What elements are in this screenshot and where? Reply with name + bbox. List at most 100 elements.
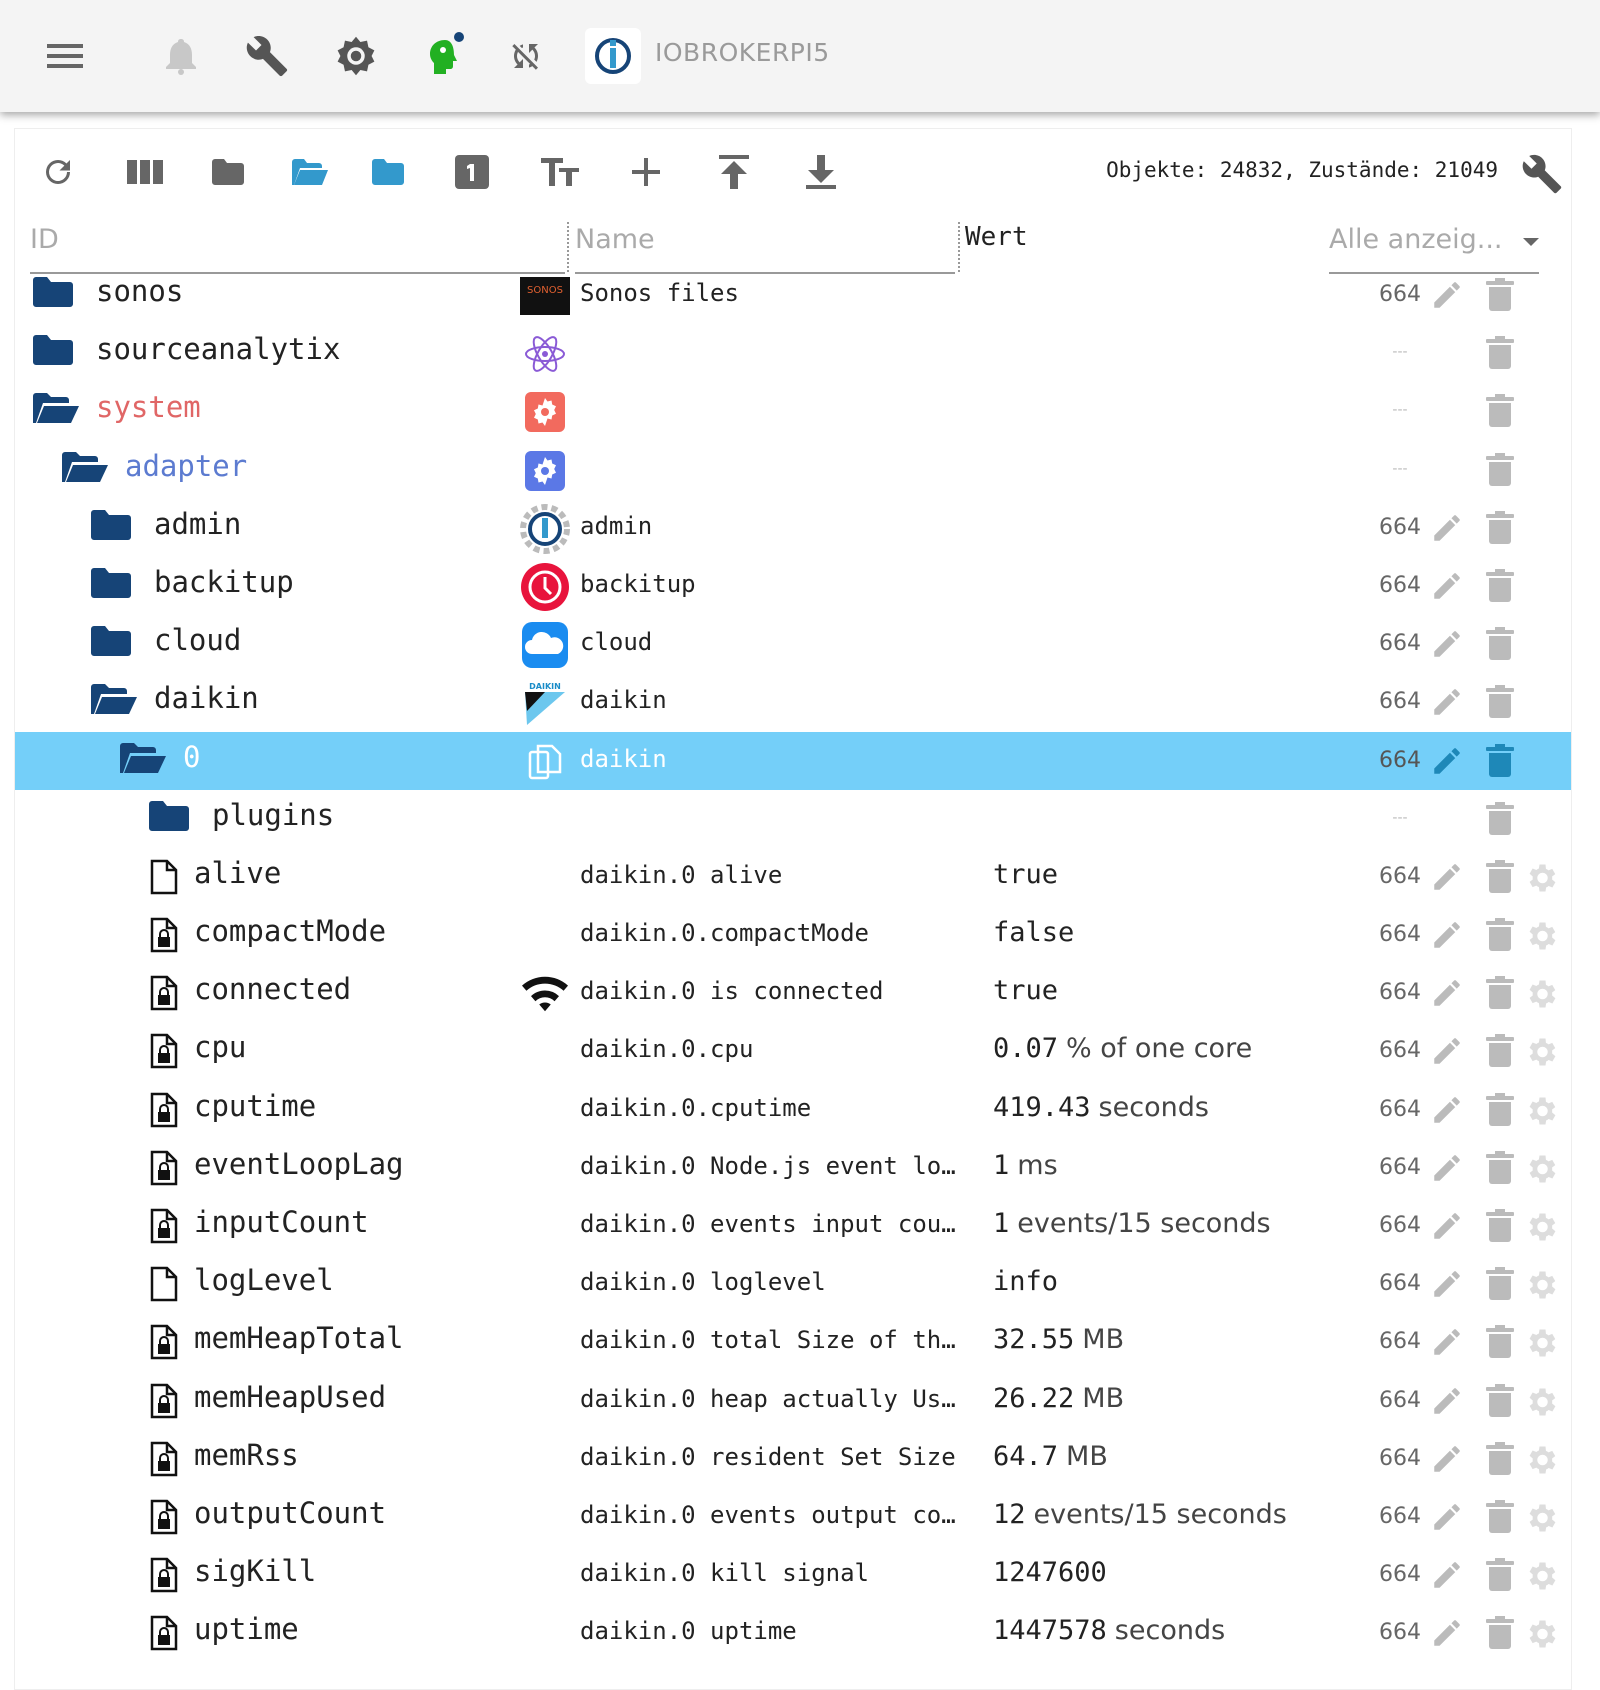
file-lock-icon[interactable] bbox=[149, 1615, 193, 1651]
edit-pencil-icon[interactable] bbox=[1430, 918, 1466, 954]
file-lock-icon[interactable] bbox=[149, 1033, 193, 1069]
custom-settings-gear-icon[interactable] bbox=[1523, 1267, 1559, 1303]
custom-settings-gear-icon[interactable] bbox=[1523, 1558, 1559, 1594]
tree-row-sourceanalytix[interactable]: sourceanalytix --- bbox=[15, 324, 1571, 382]
file-lock-icon[interactable] bbox=[149, 1092, 193, 1128]
custom-settings-gear-icon[interactable] bbox=[1523, 1325, 1559, 1361]
row-value[interactable]: 0.07% of one core bbox=[993, 1033, 1252, 1064]
custom-settings-gear-icon[interactable] bbox=[1523, 860, 1559, 896]
tree-row-sigKill[interactable]: sigKill daikin.0 kill signal 1247600 664 bbox=[15, 1546, 1571, 1604]
delete-trash-icon[interactable] bbox=[1485, 394, 1521, 430]
delete-trash-icon[interactable] bbox=[1485, 510, 1521, 547]
delete-trash-icon[interactable] bbox=[1485, 278, 1521, 314]
delete-trash-icon[interactable] bbox=[1485, 1325, 1521, 1361]
folder-open-icon[interactable] bbox=[91, 684, 137, 720]
tree-row-inputCount[interactable]: inputCount daikin.0 events input cou… 1 eve… bbox=[15, 1197, 1571, 1255]
edit-pencil-icon[interactable] bbox=[1430, 860, 1466, 896]
tree-row-cputime[interactable]: cputime daikin.0.cputime 419.43 seconds 664 bbox=[15, 1081, 1571, 1139]
folder-icon[interactable] bbox=[149, 800, 193, 837]
edit-pencil-icon[interactable] bbox=[1430, 627, 1466, 663]
edit-pencil-icon[interactable] bbox=[1430, 1093, 1466, 1129]
wrench-settings-icon[interactable] bbox=[1518, 150, 1566, 198]
row-value[interactable]: 1 ms bbox=[993, 1150, 1058, 1181]
custom-settings-gear-icon[interactable] bbox=[1523, 1442, 1559, 1478]
folder-icon[interactable] bbox=[33, 335, 77, 371]
tree-row-memHeapUsed[interactable]: memHeapUsed daikin.0 heap actually Us… 26.… bbox=[15, 1372, 1571, 1430]
delete-trash-icon[interactable] bbox=[1485, 801, 1521, 838]
custom-settings-gear-icon[interactable] bbox=[1523, 1500, 1559, 1536]
delete-trash-icon[interactable] bbox=[1485, 627, 1521, 663]
tree-row-uptime[interactable]: uptime daikin.0 uptime 1447578 seconds 664 bbox=[15, 1604, 1571, 1662]
delete-trash-icon[interactable] bbox=[1485, 1209, 1521, 1245]
column-resizer[interactable] bbox=[567, 222, 569, 272]
text-size-icon[interactable] bbox=[536, 148, 584, 196]
row-value[interactable]: info bbox=[993, 1266, 1058, 1297]
delete-trash-icon[interactable] bbox=[1485, 685, 1521, 721]
custom-settings-gear-icon[interactable] bbox=[1523, 1209, 1559, 1245]
edit-pencil-icon[interactable] bbox=[1430, 1442, 1466, 1478]
file-lock-icon[interactable] bbox=[149, 975, 193, 1011]
row-value[interactable]: 1 events/15 seconds bbox=[993, 1208, 1271, 1239]
tree-row-memRss[interactable]: memRss daikin.0 resident Set Size 64.7 MB 66… bbox=[15, 1430, 1571, 1488]
tree-row-cpu[interactable]: cpu daikin.0.cpu 0.07% of one core 664 bbox=[15, 1022, 1571, 1080]
delete-trash-icon[interactable] bbox=[1485, 452, 1521, 489]
edit-pencil-icon[interactable] bbox=[1430, 511, 1466, 547]
name-filter-input[interactable]: Name bbox=[575, 224, 655, 255]
row-value[interactable]: 1247600 bbox=[993, 1557, 1107, 1588]
custom-settings-gear-icon[interactable] bbox=[1523, 976, 1559, 1012]
delete-trash-icon[interactable] bbox=[1485, 859, 1521, 896]
refresh-icon[interactable] bbox=[34, 148, 82, 196]
row-value[interactable]: 419.43 seconds bbox=[993, 1092, 1209, 1123]
bell-icon[interactable] bbox=[157, 32, 205, 80]
edit-pencil-icon[interactable] bbox=[1430, 1616, 1466, 1652]
custom-settings-gear-icon[interactable] bbox=[1523, 1616, 1559, 1652]
delete-trash-icon[interactable] bbox=[1485, 1034, 1521, 1070]
expand-all-folder-icon[interactable] bbox=[286, 148, 334, 196]
collapse-all-folder-icon[interactable] bbox=[204, 148, 252, 196]
gear-icon[interactable] bbox=[332, 32, 380, 80]
folder-open-icon[interactable] bbox=[33, 393, 79, 429]
file-lock-icon[interactable] bbox=[149, 1383, 193, 1419]
tree-row-outputCount[interactable]: outputCount daikin.0 events output co… 12 e… bbox=[15, 1488, 1571, 1546]
delete-trash-icon[interactable] bbox=[1485, 743, 1521, 780]
upload-icon[interactable] bbox=[710, 148, 758, 196]
delete-trash-icon[interactable] bbox=[1485, 1441, 1521, 1478]
delete-trash-icon[interactable] bbox=[1485, 1499, 1521, 1536]
columns-icon[interactable] bbox=[121, 148, 169, 196]
row-value[interactable]: 1447578 seconds bbox=[993, 1615, 1225, 1646]
edit-pencil-icon[interactable] bbox=[1430, 569, 1466, 605]
folder-icon[interactable] bbox=[91, 509, 135, 546]
tree-row-daikin[interactable]: daikin DAIKIN daikin 664 bbox=[15, 673, 1571, 731]
iobroker-logo[interactable] bbox=[585, 28, 641, 84]
row-value[interactable]: 26.22 MB bbox=[993, 1383, 1124, 1414]
file-icon[interactable] bbox=[149, 1266, 193, 1302]
delete-trash-icon[interactable] bbox=[1485, 918, 1521, 954]
edit-pencil-icon[interactable] bbox=[1430, 1500, 1466, 1536]
file-lock-icon[interactable] bbox=[149, 1441, 193, 1477]
expand-one-folder-icon[interactable] bbox=[364, 148, 412, 196]
tree-row-alive[interactable]: alive daikin.0 alive true 664 bbox=[15, 848, 1571, 906]
tree-row-0[interactable]: 0 daikin 664 bbox=[15, 731, 1571, 790]
file-lock-icon[interactable] bbox=[149, 1150, 193, 1186]
edit-pencil-icon[interactable] bbox=[1430, 278, 1466, 314]
edit-pencil-icon[interactable] bbox=[1430, 685, 1466, 721]
delete-trash-icon[interactable] bbox=[1485, 1616, 1521, 1652]
file-lock-icon[interactable] bbox=[149, 1324, 193, 1360]
expert-mode-icon[interactable] bbox=[419, 32, 467, 80]
delete-trash-icon[interactable] bbox=[1485, 1150, 1521, 1187]
tree-row-compactMode[interactable]: compactMode daikin.0.compactMode false 664 bbox=[15, 906, 1571, 964]
folder-open-icon[interactable] bbox=[120, 742, 166, 779]
tree-row-backitup[interactable]: backitup backitup 664 bbox=[15, 557, 1571, 615]
file-lock-icon[interactable] bbox=[149, 1499, 193, 1535]
file-lock-icon[interactable] bbox=[149, 1208, 193, 1244]
tree-row-logLevel[interactable]: logLevel daikin.0 loglevel info 664 bbox=[15, 1255, 1571, 1313]
folder-icon[interactable] bbox=[33, 277, 77, 313]
row-value[interactable]: 32.55 MB bbox=[993, 1324, 1124, 1355]
tree-row-cloud[interactable]: cloud cloud 664 bbox=[15, 615, 1571, 673]
edit-pencil-icon[interactable] bbox=[1430, 1325, 1466, 1361]
file-lock-icon[interactable] bbox=[149, 917, 193, 953]
folder-icon[interactable] bbox=[91, 626, 135, 662]
row-value[interactable]: 12 events/15 seconds bbox=[993, 1499, 1287, 1530]
row-value[interactable]: 64.7 MB bbox=[993, 1441, 1108, 1472]
id-filter-input[interactable]: ID bbox=[30, 224, 59, 255]
